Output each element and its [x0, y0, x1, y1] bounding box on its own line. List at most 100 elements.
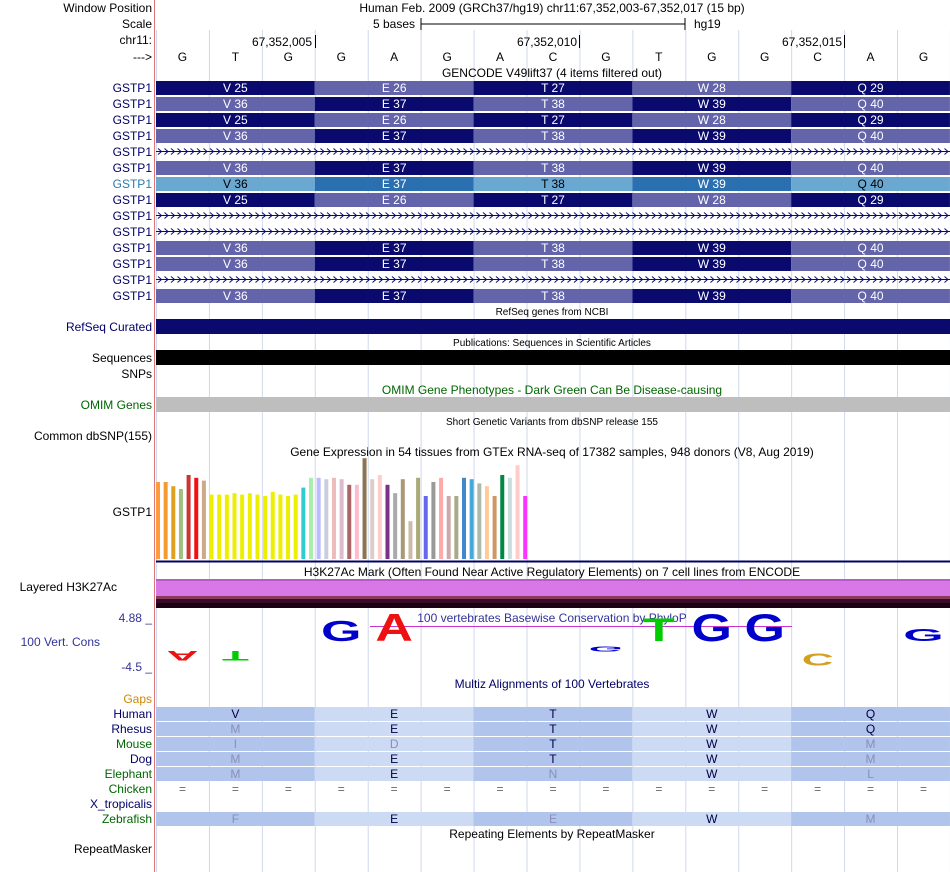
- gtex-bar[interactable]: [385, 484, 390, 559]
- gtex-bar[interactable]: [339, 479, 344, 559]
- browser-tracks-image[interactable]: Window Position Human Feb. 2009 (GRCh37/…: [0, 0, 950, 872]
- gtex-bar[interactable]: [408, 521, 413, 559]
- gtex-bar[interactable]: [201, 480, 206, 559]
- gencode-row-label[interactable]: GSTP1: [113, 97, 153, 111]
- gtex-bar[interactable]: [156, 482, 160, 559]
- gtex-bar[interactable]: [309, 477, 313, 559]
- gtex-bar[interactable]: [316, 477, 321, 559]
- codon-label: Q 29: [858, 113, 884, 127]
- gtex-bar[interactable]: [523, 496, 528, 559]
- gencode-row-label[interactable]: GSTP1: [113, 129, 153, 143]
- gtex-bar[interactable]: [286, 496, 291, 559]
- gencode-row-label[interactable]: GSTP1: [113, 209, 153, 223]
- alignment-gap: =: [285, 782, 292, 796]
- gtex-bar[interactable]: [301, 487, 306, 559]
- repeatmasker-track-label[interactable]: RepeatMasker: [74, 842, 152, 856]
- gtex-bar[interactable]: [194, 477, 199, 559]
- snps-track-label[interactable]: SNPs: [121, 367, 152, 381]
- multiz-species-label[interactable]: Dog: [130, 752, 152, 766]
- h3k27ac-track-label[interactable]: Layered H3K27Ac: [20, 580, 117, 594]
- gtex-bar[interactable]: [224, 494, 229, 559]
- gtex-bar[interactable]: [454, 496, 459, 559]
- multiz-species-label[interactable]: Zebrafish: [102, 812, 152, 826]
- gtex-bar[interactable]: [263, 496, 268, 559]
- gencode-row-label[interactable]: GSTP1: [113, 81, 153, 95]
- multiz-species-label[interactable]: Human: [113, 707, 152, 721]
- phylop-track-label[interactable]: 100 Vert. Cons: [21, 635, 100, 649]
- gencode-track[interactable]: GSTP1 V 25 E 26 T 27 W 28 Q 29 GSTP1 V 36 E 37 T …: [113, 81, 950, 303]
- gtex-bar[interactable]: [492, 496, 497, 559]
- gtex-bar[interactable]: [477, 483, 482, 559]
- dbsnp-track-label[interactable]: Common dbSNP(155): [34, 429, 152, 443]
- gtex-bar[interactable]: [186, 475, 191, 559]
- gtex-bar[interactable]: [400, 479, 405, 559]
- gtex-bar[interactable]: [209, 494, 214, 559]
- omim-track-label[interactable]: OMIM Genes: [81, 398, 152, 412]
- gtex-bar[interactable]: [331, 477, 336, 559]
- gencode-row-label[interactable]: GSTP1: [113, 145, 153, 159]
- alignment-amino-acid: W: [706, 722, 718, 736]
- gtex-bar[interactable]: [462, 477, 466, 559]
- gtex-bar[interactable]: [293, 494, 298, 559]
- gtex-bar[interactable]: [416, 477, 421, 559]
- multiz-alignment[interactable]: Human V E T W Q Rhesus M E T W Q Mouse I D T W M Dog M E T W M E…: [90, 707, 950, 826]
- alignment-gap: =: [391, 782, 398, 796]
- gencode-row-label[interactable]: GSTP1: [113, 273, 153, 287]
- gtex-bar[interactable]: [484, 486, 489, 559]
- gtex-bar[interactable]: [171, 486, 176, 559]
- gtex-bar[interactable]: [270, 491, 275, 559]
- gencode-row-label[interactable]: GSTP1: [113, 177, 153, 191]
- gtex-bar[interactable]: [278, 494, 283, 559]
- gtex-bar[interactable]: [500, 475, 505, 559]
- gtex-bar[interactable]: [362, 458, 367, 559]
- omim-gene-bar[interactable]: [156, 397, 950, 412]
- gtex-expression-bars[interactable]: [156, 458, 528, 559]
- multiz-species-label[interactable]: Mouse: [116, 737, 152, 751]
- gtex-bar[interactable]: [178, 489, 183, 559]
- gtex-bar[interactable]: [240, 494, 245, 559]
- gtex-bar[interactable]: [247, 493, 252, 559]
- gtex-bar[interactable]: [370, 479, 375, 559]
- gtex-bar[interactable]: [439, 477, 444, 559]
- publications-sequence-bar[interactable]: [156, 350, 950, 365]
- alignment-amino-acid: T: [549, 722, 557, 736]
- gtex-bar[interactable]: [469, 479, 474, 559]
- gencode-row-label[interactable]: GSTP1: [113, 161, 153, 175]
- multiz-species-label[interactable]: X_tropicalis: [90, 797, 152, 811]
- gencode-row-label[interactable]: GSTP1: [113, 225, 153, 239]
- gtex-bar[interactable]: [515, 465, 520, 559]
- alignment-gap: =: [497, 782, 504, 796]
- alignment-amino-acid: M: [866, 737, 876, 751]
- h3k27ac-signal[interactable]: [156, 579, 950, 608]
- gtex-bar[interactable]: [354, 484, 359, 559]
- gtex-bar[interactable]: [393, 493, 398, 559]
- codon-label: V 36: [223, 177, 248, 191]
- refseq-gene-bar[interactable]: [156, 319, 950, 334]
- multiz-species-label[interactable]: Rhesus: [111, 722, 152, 736]
- gtex-bar[interactable]: [255, 494, 260, 559]
- gtex-bar[interactable]: [232, 493, 237, 559]
- multiz-species-label[interactable]: Elephant: [105, 767, 153, 781]
- gencode-row-label[interactable]: GSTP1: [113, 241, 153, 255]
- gtex-bar[interactable]: [377, 475, 382, 559]
- gencode-row-label[interactable]: GSTP1: [113, 289, 153, 303]
- gencode-row-label[interactable]: GSTP1: [113, 113, 153, 127]
- gtex-bar[interactable]: [324, 479, 329, 559]
- base-letter: C: [813, 50, 822, 64]
- multiz-species-label[interactable]: Chicken: [109, 782, 152, 796]
- gtex-bar[interactable]: [163, 482, 168, 559]
- codon-label: E 37: [382, 257, 407, 271]
- gtex-track-label[interactable]: GSTP1: [113, 505, 153, 519]
- base-letter: A: [867, 50, 875, 64]
- gencode-row-label[interactable]: GSTP1: [113, 257, 153, 271]
- publications-track-label[interactable]: Sequences: [92, 351, 152, 365]
- gtex-bar[interactable]: [217, 494, 222, 559]
- gtex-bar[interactable]: [446, 496, 451, 559]
- codon-label: T 38: [541, 161, 565, 175]
- gtex-bar[interactable]: [347, 484, 352, 559]
- gtex-bar[interactable]: [423, 496, 428, 559]
- gtex-bar[interactable]: [431, 482, 436, 559]
- gencode-row-label[interactable]: GSTP1: [113, 193, 153, 207]
- gtex-bar[interactable]: [507, 477, 512, 559]
- refseq-track-label[interactable]: RefSeq Curated: [66, 320, 152, 334]
